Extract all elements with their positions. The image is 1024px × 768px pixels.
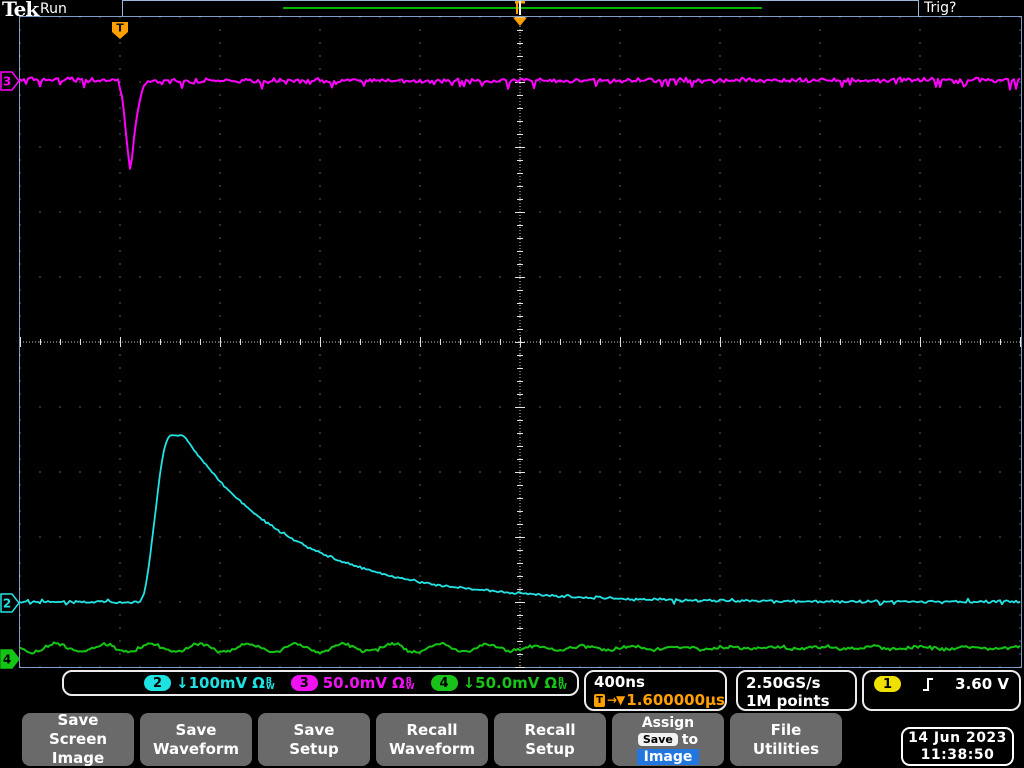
channel-4-badge: 4: [430, 675, 458, 691]
channel-3-readout: 3 50.0mV ΩBW: [290, 674, 415, 692]
trigger-level: 3.60 V: [955, 675, 1009, 693]
trigger-t-icon: T: [594, 693, 605, 707]
channel-4-position-marker: 4: [0, 649, 20, 669]
channel-2-scale: ↓100mV: [176, 674, 248, 692]
recall-setup-button[interactable]: Recall Setup: [494, 713, 606, 766]
svg-text:4: 4: [3, 653, 11, 667]
channel-2-badge: 2: [144, 675, 172, 691]
graticule-frame: [19, 16, 1022, 668]
horizontal-delay: T →▼ 1.600000µs: [594, 691, 725, 709]
horizontal-scale: 400ns: [594, 673, 645, 691]
assign-target-highlight: Image: [636, 748, 700, 765]
datetime-display: 14 Jun 2023 11:38:50: [901, 727, 1014, 766]
channel-4-coupling: ΩBW: [544, 674, 567, 692]
trigger-status: Trig?: [924, 0, 957, 16]
channel-3-position-marker: 3: [0, 71, 20, 91]
save-setup-button[interactable]: Save Setup: [258, 713, 370, 766]
horizontal-readout-box: 400ns T →▼ 1.600000µs: [584, 670, 727, 711]
date: 14 Jun 2023: [908, 730, 1007, 746]
assign-save-to-image-button[interactable]: Assign Save to Image: [612, 713, 724, 766]
channel-4-readout: 4 ↓50.0mV ΩBW: [430, 674, 567, 692]
bandwidth-limit-icon: BW: [405, 676, 415, 691]
acquisition-status: Run: [40, 1, 67, 17]
channel-3-scale: 50.0mV: [322, 674, 387, 692]
sample-rate: 2.50GS/s: [746, 674, 821, 692]
time: 11:38:50: [920, 747, 995, 763]
delay-arrow-icon: →▼: [606, 693, 625, 707]
oscilloscope-screen: Tek Run Trig? 234T 2 ↓100mV ΩBW 3 50.0mV…: [0, 0, 1024, 768]
channel-3-coupling: ΩBW: [391, 674, 415, 692]
record-view-window: [283, 7, 762, 9]
channel-readout-box: 2 ↓100mV ΩBW 3 50.0mV ΩBW 4 ↓50.0mV ΩBW: [62, 670, 579, 696]
channel-2-coupling: ΩBW: [252, 674, 275, 692]
channel-2-position-marker: 2: [0, 593, 20, 613]
record-view-bar: [122, 0, 919, 16]
recall-waveform-button[interactable]: Recall Waveform: [376, 713, 488, 766]
svg-text:3: 3: [3, 75, 11, 89]
channel-4-scale: ↓50.0mV: [462, 674, 540, 692]
file-utilities-button[interactable]: File Utilities: [730, 713, 842, 766]
svg-text:2: 2: [3, 597, 11, 611]
trigger-readout-box: 1 3.60 V: [862, 670, 1021, 711]
channel-2-readout: 2 ↓100mV ΩBW: [144, 674, 275, 692]
save-screen-image-button[interactable]: Save Screen Image: [22, 711, 134, 767]
bandwidth-limit-icon: BW: [558, 676, 567, 691]
save-key-badge: Save: [637, 733, 678, 746]
acquisition-readout-box: 2.50GS/s 1M points: [736, 670, 857, 711]
rising-edge-icon: [923, 678, 934, 691]
channel-3-badge: 3: [290, 675, 318, 691]
save-waveform-button[interactable]: Save Waveform: [140, 713, 252, 766]
record-length: 1M points: [746, 692, 830, 710]
trigger-source-badge: 1: [874, 676, 901, 692]
bandwidth-limit-icon: BW: [265, 676, 275, 691]
